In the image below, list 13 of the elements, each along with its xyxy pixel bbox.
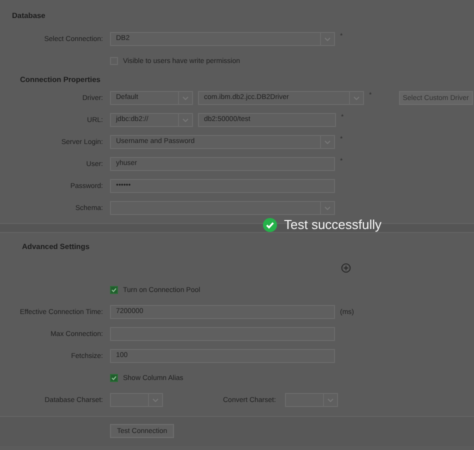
- chevron-down-icon: [324, 140, 331, 144]
- add-icon[interactable]: [341, 263, 351, 273]
- chevron-down-icon: [326, 398, 334, 402]
- check-circle-icon: [263, 218, 277, 232]
- checkbox[interactable]: [110, 374, 118, 382]
- chevron-down-icon: [182, 96, 189, 100]
- chevron-down-icon: [324, 206, 331, 210]
- chevron-down-icon: [353, 96, 360, 100]
- chevron-down-icon: [152, 398, 159, 402]
- checkbox[interactable]: [110, 286, 118, 294]
- chevron-down-icon: [182, 118, 189, 122]
- chevron-down-icon: [324, 36, 331, 42]
- success-message: Test successfully: [284, 217, 382, 232]
